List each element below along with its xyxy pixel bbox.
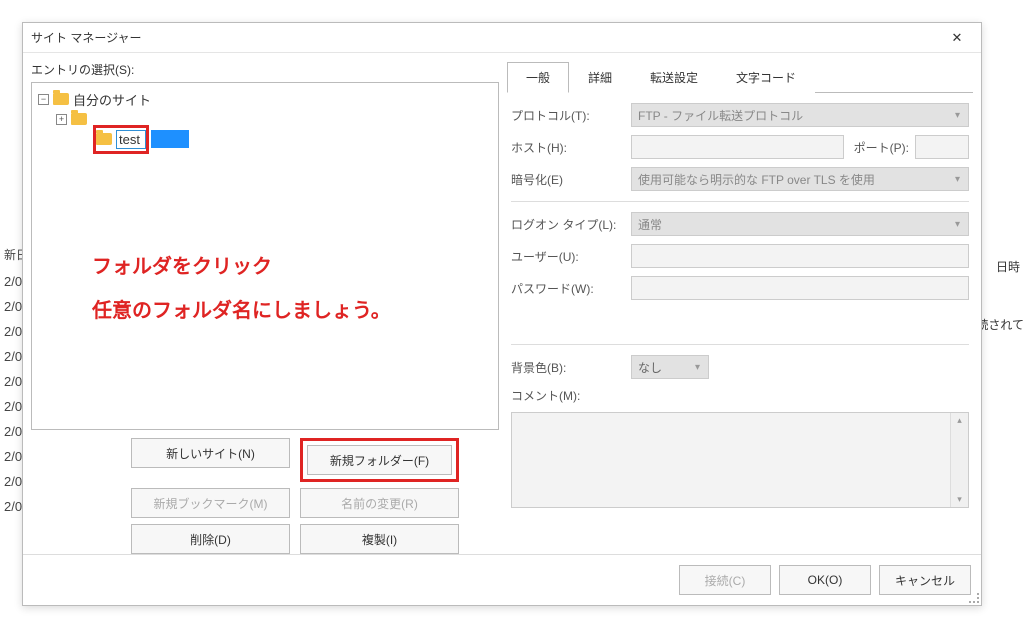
cancel-button[interactable]: キャンセル — [879, 565, 971, 595]
annotation-highlight: test — [93, 125, 149, 154]
host-label: ホスト(H): — [511, 139, 631, 156]
bg-col-header-right: 日時 — [996, 258, 1020, 275]
connect-button: 接続(C) — [679, 565, 771, 595]
comment-box[interactable]: ▴ ▾ — [511, 412, 969, 508]
folder-icon — [96, 133, 112, 145]
site-manager-dialog: サイト マネージャー エントリの選択(S): − 自分のサイト + — [22, 22, 982, 606]
folder-icon — [53, 93, 69, 105]
scroll-up-icon[interactable]: ▴ — [957, 413, 962, 428]
titlebar: サイト マネージャー — [23, 23, 981, 53]
comment-textarea[interactable] — [512, 413, 950, 507]
new-bookmark-button: 新規ブックマーク(M) — [131, 488, 290, 518]
button-grid: 新しいサイト(N) 新規フォルダー(F) 新規ブックマーク(M) 名前の変更(R… — [31, 438, 499, 554]
encryption-select[interactable]: 使用可能なら明示的な FTP over TLS を使用 — [631, 167, 969, 191]
resize-grip-icon[interactable] — [967, 591, 979, 603]
protocol-label: プロトコル(T): — [511, 107, 631, 124]
new-folder-button[interactable]: 新規フォルダー(F) — [307, 445, 452, 475]
bg-right-text: 続されて — [976, 316, 1024, 333]
expand-icon[interactable]: + — [56, 114, 67, 125]
tab-detailed[interactable]: 詳細 — [569, 62, 631, 93]
user-label: ユーザー(U): — [511, 248, 631, 265]
logon-type-select[interactable]: 通常 — [631, 212, 969, 236]
bgcolor-select[interactable]: なし — [631, 355, 709, 379]
folder-icon — [71, 113, 87, 125]
rename-button: 名前の変更(R) — [300, 488, 459, 518]
folder-name-input[interactable]: test — [116, 130, 146, 149]
logon-type-label: ログオン タイプ(L): — [511, 216, 631, 233]
dialog-title: サイト マネージャー — [31, 29, 937, 46]
form-general: プロトコル(T): FTP - ファイル転送プロトコル ホスト(H): ポート(… — [507, 93, 973, 508]
annotation-highlight-button: 新規フォルダー(F) — [300, 438, 459, 482]
password-input[interactable] — [631, 276, 969, 300]
encryption-label: 暗号化(E) — [511, 171, 631, 188]
duplicate-button[interactable]: 複製(I) — [300, 524, 459, 554]
tree-root-row[interactable]: − 自分のサイト — [38, 89, 492, 109]
delete-button[interactable]: 削除(D) — [131, 524, 290, 554]
site-tree[interactable]: − 自分のサイト + test フォルダをクリッ — [31, 82, 499, 430]
port-input[interactable] — [915, 135, 969, 159]
ok-button[interactable]: OK(O) — [779, 565, 871, 595]
right-pane: 一般 詳細 転送設定 文字コード プロトコル(T): FTP - ファイル転送プ… — [507, 61, 973, 554]
annotation-text: フォルダをクリック 任意のフォルダ名にしましょう。 — [92, 245, 391, 333]
scrollbar[interactable]: ▴ ▾ — [950, 413, 968, 507]
tabs: 一般 詳細 転送設定 文字コード — [507, 61, 973, 93]
host-input[interactable] — [631, 135, 844, 159]
comment-label: コメント(M): — [511, 387, 631, 404]
tree-edit-row[interactable]: test — [38, 129, 492, 149]
bgcolor-label: 背景色(B): — [511, 359, 631, 376]
password-label: パスワード(W): — [511, 280, 631, 297]
tab-charset[interactable]: 文字コード — [717, 62, 815, 93]
scroll-down-icon[interactable]: ▾ — [957, 492, 962, 507]
protocol-select[interactable]: FTP - ファイル転送プロトコル — [631, 103, 969, 127]
entry-select-label: エントリの選択(S): — [31, 61, 499, 78]
tree-root-label: 自分のサイト — [73, 90, 151, 109]
port-label: ポート(P): — [854, 139, 909, 156]
user-input[interactable] — [631, 244, 969, 268]
tab-general[interactable]: 一般 — [507, 62, 569, 93]
selection-highlight — [151, 130, 189, 148]
dialog-footer: 接続(C) OK(O) キャンセル — [23, 554, 981, 605]
new-site-button[interactable]: 新しいサイト(N) — [131, 438, 290, 468]
left-pane: エントリの選択(S): − 自分のサイト + test — [31, 61, 499, 554]
collapse-icon[interactable]: − — [38, 94, 49, 105]
tab-transfer[interactable]: 転送設定 — [631, 62, 717, 93]
close-icon[interactable] — [937, 24, 977, 52]
